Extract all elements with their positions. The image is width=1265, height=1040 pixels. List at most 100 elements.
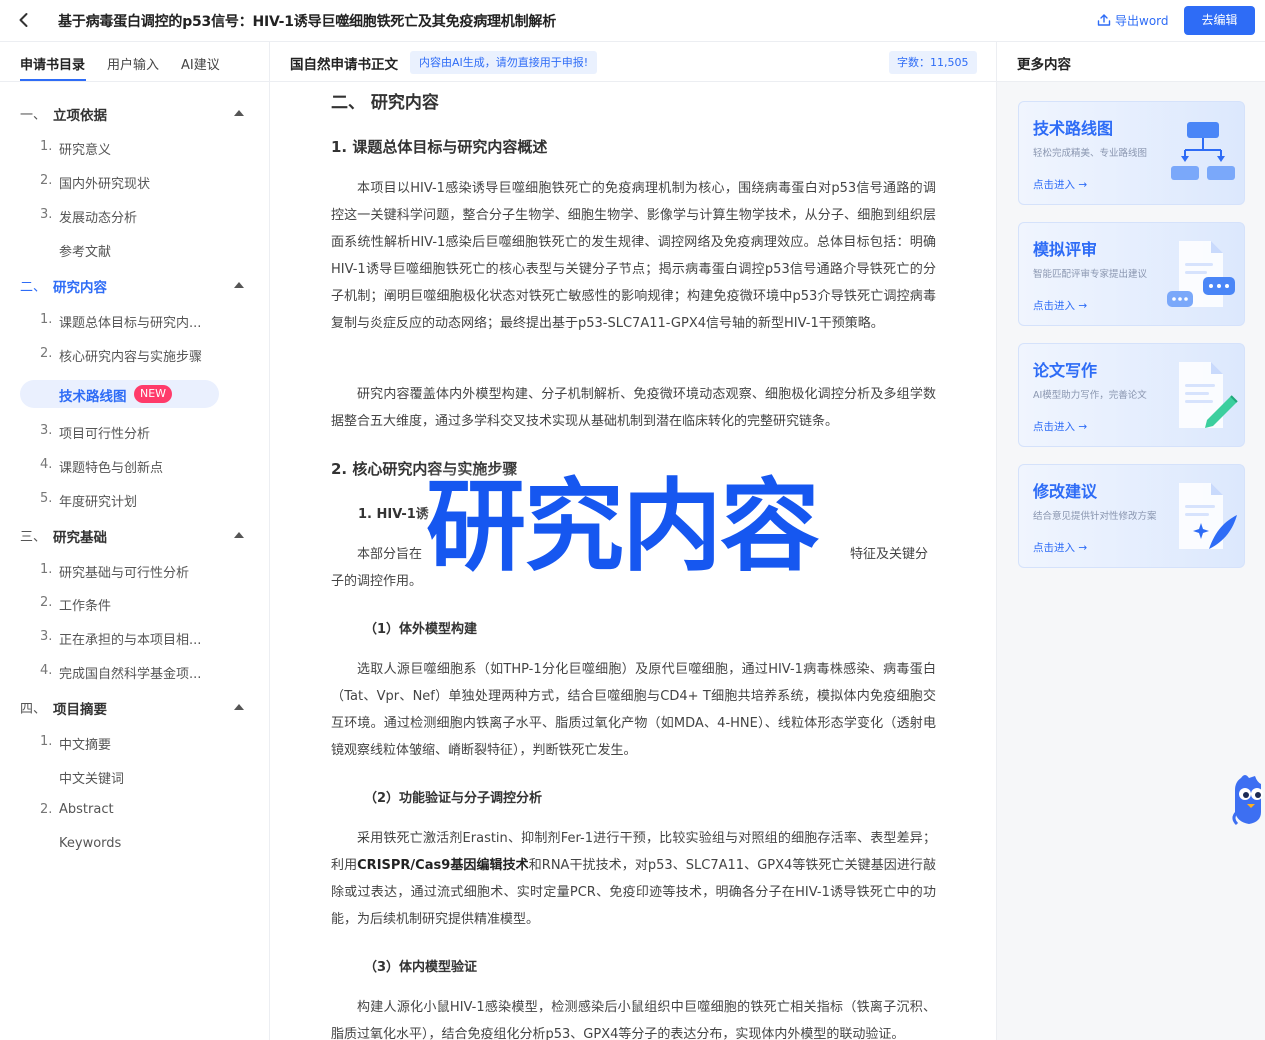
nav-item-number: 3. xyxy=(40,423,53,438)
nav-section-number: 三、 xyxy=(20,530,47,545)
assistant-mascot-icon[interactable] xyxy=(1231,772,1265,832)
tab-user-input[interactable]: 用户输入 xyxy=(107,54,159,73)
nav-section-number: 二、 xyxy=(20,280,47,295)
nav-item[interactable]: 3. 正在承担的与本项目相... xyxy=(0,623,270,653)
nav-section-research-basis[interactable]: 三、 研究基础 xyxy=(0,520,270,550)
nav-item[interactable]: 2. Abstract xyxy=(0,796,270,826)
edit-button[interactable]: 去编辑 xyxy=(1184,6,1255,35)
nav-item-number: 2. xyxy=(40,802,53,817)
card-tech-roadmap[interactable]: 技术路线图 轻松完成精美、专业路线图 点击进入 → xyxy=(1018,101,1245,205)
nav-section-abstract[interactable]: 四、 项目摘要 xyxy=(0,692,270,722)
nav-item-label: 研究意义 xyxy=(59,143,112,158)
nav-item-number: 3. xyxy=(40,207,53,222)
collapse-caret-icon[interactable] xyxy=(234,704,244,710)
card-title: 修改建议 xyxy=(1033,482,1098,501)
collapse-caret-icon[interactable] xyxy=(234,532,244,538)
right-panel-header: 更多内容 xyxy=(997,42,1265,82)
export-word-label: 导出word xyxy=(1115,14,1169,28)
sidebar: 申请书目录 用户输入 AI建议 一、 立项依据 1. 研究意义 2. 国内外研究… xyxy=(0,42,270,1040)
nav-section-research-content[interactable]: 二、 研究内容 xyxy=(0,270,270,300)
nav-item[interactable]: 4. 完成国自然科学基金项... xyxy=(0,657,270,687)
nav-item[interactable]: 5. 年度研究计划 xyxy=(0,485,270,515)
paragraph-fragment: 特征及关键分 xyxy=(850,547,929,562)
nav-item-number: 2. xyxy=(40,346,53,361)
nav-item[interactable]: 3. 项目可行性分析 xyxy=(0,417,270,447)
card-enter-link[interactable]: 点击进入 → xyxy=(1033,419,1087,434)
subsection-heading: 1. 课题总体目标与研究内容概述 xyxy=(331,138,548,156)
nav-item[interactable]: 4. 课题特色与创新点 xyxy=(0,451,270,481)
document-pen-icon xyxy=(1167,358,1239,434)
collapse-caret-icon[interactable] xyxy=(234,282,244,288)
nav-section-number: 一、 xyxy=(20,108,47,123)
nav-item[interactable]: 2. 国内外研究现状 xyxy=(0,167,270,197)
nav-section-label: 研究内容 xyxy=(53,280,107,296)
item-heading: （1）体外模型构建 xyxy=(364,618,477,637)
card-enter-link[interactable]: 点击进入 → xyxy=(1033,298,1087,313)
nav-item[interactable]: 2. 核心研究内容与实施步骤 xyxy=(0,340,270,370)
top-bar: 基于病毒蛋白调控的p53信号：HIV-1诱导巨噬细胞铁死亡及其免疫病理机制解析 … xyxy=(0,0,1265,42)
card-title: 模拟评审 xyxy=(1033,240,1098,259)
card-enter-link[interactable]: 点击进入 → xyxy=(1033,177,1087,192)
nav-section-label: 研究基础 xyxy=(53,530,107,546)
nav-item[interactable]: 参考文献 xyxy=(0,235,270,265)
flowchart-icon xyxy=(1167,116,1239,192)
tab-ai-suggestions[interactable]: AI建议 xyxy=(181,54,220,73)
nav-item-label: 国内外研究现状 xyxy=(59,177,151,192)
card-description: 轻松完成精美、专业路线图 xyxy=(1033,148,1148,159)
tab-outline[interactable]: 申请书目录 xyxy=(20,54,85,73)
item-heading: （3）体内模型验证 xyxy=(364,956,477,975)
active-tab-indicator xyxy=(20,79,86,81)
nav-item-label: 核心研究内容与实施步骤 xyxy=(59,350,203,365)
nav-item-label: 工作条件 xyxy=(59,599,112,614)
ai-notice-badge: 内容由AI生成，请勿直接用于申报! xyxy=(410,51,598,74)
nav-item-label: 课题特色与创新点 xyxy=(59,461,164,476)
card-description: 智能匹配评审专家提出建议 xyxy=(1033,269,1148,280)
paragraph: 研究内容覆盖体内外模型构建、分子机制解析、免疫微环境动态观察、细胞极化调控分析及… xyxy=(331,387,936,429)
sidebar-tabs: 申请书目录 用户输入 AI建议 xyxy=(0,42,270,82)
card-enter-link[interactable]: 点击进入 → xyxy=(1033,540,1087,555)
item-heading: 1. HIV-1诱 xyxy=(358,507,429,522)
nav-item-label: 年度研究计划 xyxy=(59,495,138,510)
nav-item-label: 参考文献 xyxy=(59,245,112,260)
card-description: AI模型助力写作，完善论文 xyxy=(1033,390,1147,401)
overlay-title: 研究内容 xyxy=(426,468,820,585)
nav-item-label: 课题总体目标与研究内... xyxy=(59,316,202,331)
nav-item[interactable]: 2. 工作条件 xyxy=(0,589,270,619)
export-icon xyxy=(1097,14,1111,26)
nav-item-number: 4. xyxy=(40,457,53,472)
nav-item[interactable]: 中文关键词 xyxy=(0,762,270,792)
card-mock-review[interactable]: 模拟评审 智能匹配评审专家提出建议 点击进入 → xyxy=(1018,222,1245,326)
card-paper-writing[interactable]: 论文写作 AI模型助力写作，完善论文 点击进入 → xyxy=(1018,343,1245,447)
nav-item-tech-roadmap[interactable]: 技术路线图 NEW xyxy=(20,380,219,408)
nav-item-number: 2. xyxy=(40,173,53,188)
main-header: 国自然申请书正文 内容由AI生成，请勿直接用于申报! 字数：11,505 xyxy=(270,42,996,82)
nav-section-label: 项目摘要 xyxy=(53,702,107,718)
nav-item[interactable]: 1. 研究基础与可行性分析 xyxy=(0,556,270,586)
right-panel-title: 更多内容 xyxy=(1017,57,1071,73)
collapse-caret-icon[interactable] xyxy=(234,110,244,116)
review-chat-icon xyxy=(1167,237,1239,313)
card-revision-suggestions[interactable]: 修改建议 结合意见提供针对性修改方案 点击进入 → xyxy=(1018,464,1245,568)
card-title: 论文写作 xyxy=(1033,361,1098,380)
paragraph: 本项目以HIV-1感染诱导巨噬细胞铁死亡的免疫病理机制为核心，围绕病毒蛋白对p5… xyxy=(331,181,936,331)
nav-item-label: 中文关键词 xyxy=(59,772,125,787)
nav-section-number: 四、 xyxy=(20,702,47,717)
nav-item-label: Keywords xyxy=(59,836,122,851)
nav-item[interactable]: Keywords xyxy=(0,830,270,860)
export-word-button[interactable]: 导出word xyxy=(1097,12,1169,29)
nav-item-number: 3. xyxy=(40,629,53,644)
item-heading-text: （2）功能验证与分子调控分析 xyxy=(364,791,543,806)
nav-item[interactable]: 3. 发展动态分析 xyxy=(0,201,270,231)
right-panel: 更多内容 技术路线图 轻松完成精美、专业路线图 点击进入 → 模拟评审 智能匹配… xyxy=(996,42,1265,1040)
emphasized-text: CRISPR/Cas9基因编辑技术 xyxy=(357,858,529,873)
nav-item-number: 4. xyxy=(40,663,53,678)
nav-item[interactable]: 1. 课题总体目标与研究内... xyxy=(0,306,270,336)
item-heading: （2）功能验证与分子调控分析 xyxy=(364,787,542,806)
back-icon[interactable] xyxy=(14,10,34,30)
new-badge: NEW xyxy=(134,385,173,403)
nav-item-label: 研究基础与可行性分析 xyxy=(59,566,190,581)
nav-section-basis[interactable]: 一、 立项依据 xyxy=(0,98,270,128)
nav-item[interactable]: 1. 中文摘要 xyxy=(0,728,270,758)
nav-item-number: 1. xyxy=(40,562,53,577)
nav-item[interactable]: 1. 研究意义 xyxy=(0,133,270,163)
